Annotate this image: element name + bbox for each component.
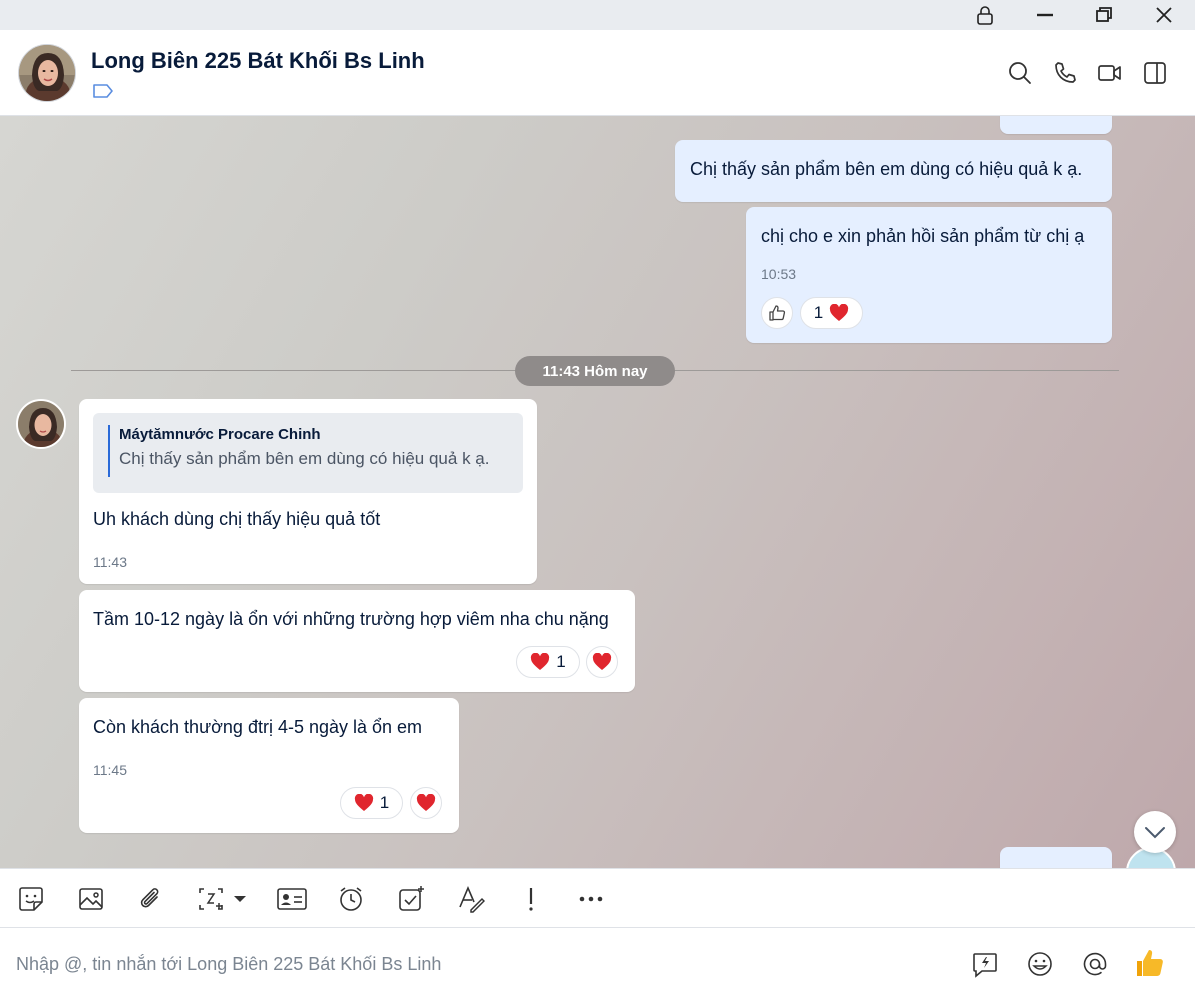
contact-avatar[interactable] xyxy=(18,44,76,102)
heart-reaction-button[interactable] xyxy=(410,787,442,819)
reaction-summary[interactable]: 1 xyxy=(800,297,863,329)
message-bubble-partial xyxy=(1000,116,1112,134)
task-icon[interactable] xyxy=(397,885,425,913)
heart-icon xyxy=(592,653,612,670)
reaction-count: 1 xyxy=(556,652,566,671)
text-format-icon[interactable] xyxy=(457,885,485,913)
chevron-down-icon xyxy=(1145,827,1165,839)
window-title-bar xyxy=(0,0,1195,30)
thumbs-up-icon[interactable] xyxy=(1134,947,1166,979)
reminder-icon[interactable] xyxy=(337,885,365,913)
like-reaction-button[interactable] xyxy=(761,297,793,329)
image-icon[interactable] xyxy=(77,885,105,913)
chat-title[interactable]: Long Biên 225 Bát Khối Bs Linh xyxy=(91,48,425,74)
message-bubble-partial xyxy=(1000,847,1112,868)
message-bubble-incoming[interactable]: Còn khách thường đtrị 4-5 ngày là ổn em … xyxy=(79,698,459,833)
heart-reaction-button[interactable] xyxy=(586,646,618,678)
message-list[interactable]: Chị thấy sản phẩm bên em dùng có hiệu qu… xyxy=(0,116,1195,868)
quote-author: Máytămnước Procare Chinh xyxy=(119,426,321,443)
message-text: Uh khách dùng chị thấy hiệu quả tốt xyxy=(93,509,381,529)
message-composer xyxy=(0,928,1195,996)
emoji-icon[interactable] xyxy=(1026,950,1054,978)
message-time: 11:45 xyxy=(93,762,127,778)
reaction-summary[interactable]: 1 xyxy=(340,787,403,819)
scroll-to-bottom-button[interactable] xyxy=(1134,811,1176,853)
message-text: Tầm 10-12 ngày là ổn với những trường hợ… xyxy=(93,609,609,629)
message-bubble-incoming[interactable]: Máytămnước Procare Chinh Chị thấy sản ph… xyxy=(79,399,537,584)
more-icon[interactable] xyxy=(577,885,605,913)
message-time: 11:43 xyxy=(93,554,127,570)
quick-reply-icon[interactable] xyxy=(971,950,999,978)
message-bubble-outgoing[interactable]: chị cho e xin phản hồi sản phẩm từ chị ạ… xyxy=(746,207,1112,343)
heart-icon xyxy=(830,304,849,321)
composer-toolbar xyxy=(0,868,1195,928)
phone-icon[interactable] xyxy=(1052,60,1078,86)
quoted-message[interactable]: Máytămnước Procare Chinh Chị thấy sản ph… xyxy=(93,413,523,493)
video-call-icon[interactable] xyxy=(1097,60,1123,86)
screenshot-icon[interactable] xyxy=(197,885,249,913)
message-text: Chị thấy sản phẩm bên em dùng có hiệu qu… xyxy=(690,159,1083,179)
message-bubble-outgoing[interactable]: Chị thấy sản phẩm bên em dùng có hiệu qu… xyxy=(675,140,1112,202)
search-icon[interactable] xyxy=(1007,60,1033,86)
quote-accent-bar xyxy=(108,425,110,477)
side-panel-icon[interactable] xyxy=(1142,60,1168,86)
attachment-icon[interactable] xyxy=(137,885,165,913)
quote-text: Chị thấy sản phẩm bên em dùng có hiệu qu… xyxy=(119,449,490,468)
lock-icon[interactable] xyxy=(972,3,998,27)
contact-card-icon[interactable] xyxy=(276,885,308,913)
chat-header: Long Biên 225 Bát Khối Bs Linh xyxy=(0,30,1195,116)
mention-icon[interactable] xyxy=(1081,950,1109,978)
close-icon[interactable] xyxy=(1151,3,1177,27)
date-divider-chip: 11:43 Hôm nay xyxy=(515,356,675,386)
reaction-count: 1 xyxy=(813,303,824,322)
tag-label-icon[interactable] xyxy=(92,83,114,99)
sender-avatar[interactable] xyxy=(16,399,66,449)
urgent-icon[interactable] xyxy=(517,885,545,913)
reaction-summary[interactable]: 1 xyxy=(516,646,580,678)
message-bubble-incoming[interactable]: Tầm 10-12 ngày là ổn với những trường hợ… xyxy=(79,590,635,692)
heart-icon xyxy=(416,794,436,811)
message-text: chị cho e xin phản hồi sản phẩm từ chị ạ xyxy=(761,226,1085,246)
restore-icon[interactable] xyxy=(1091,3,1117,27)
minimize-icon[interactable] xyxy=(1032,3,1058,27)
message-input[interactable] xyxy=(16,950,916,978)
message-text: Còn khách thường đtrị 4-5 ngày là ổn em xyxy=(93,717,423,737)
heart-icon xyxy=(531,653,550,670)
heart-icon xyxy=(354,794,373,811)
sticker-icon[interactable] xyxy=(17,885,45,913)
message-time: 10:53 xyxy=(761,266,797,282)
reaction-count: 1 xyxy=(379,793,390,812)
